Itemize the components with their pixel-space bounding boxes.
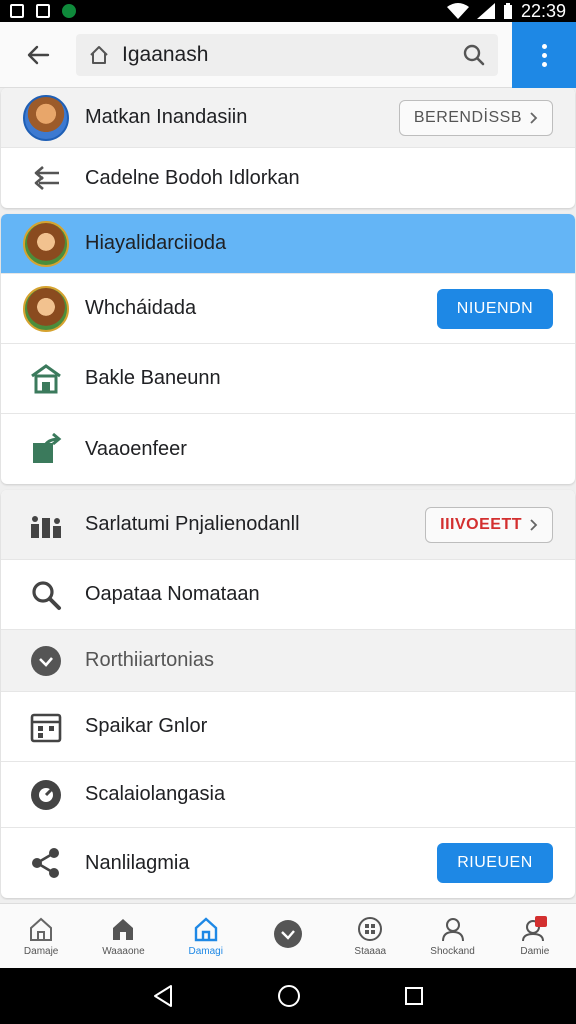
- battery-icon: [503, 3, 512, 19]
- list-item-label: Nanlilagmia: [85, 851, 190, 874]
- list-item[interactable]: Oapataa Nomataan: [1, 560, 575, 630]
- calendar-icon: [30, 713, 62, 742]
- list-item-label: Oapataa Nomataan: [85, 583, 260, 605]
- list-item[interactable]: Sarlatumi Pnjalienodanll IIIVOEETT: [1, 490, 575, 560]
- beren-button[interactable]: BERENDİSSB: [398, 99, 553, 136]
- monkey-avatar: [23, 285, 69, 332]
- list-item-selected[interactable]: Hiayalidarciioda: [1, 214, 575, 274]
- home-active-icon: [194, 916, 217, 941]
- list-item[interactable]: Matkan Inandasiin BERENDİSSB: [1, 88, 575, 148]
- list-item[interactable]: Nanlilagmia RIUEUEN: [1, 828, 575, 898]
- share-nodes-icon: [32, 848, 59, 878]
- grid-icon: [358, 916, 383, 941]
- message-notification-icon: [36, 4, 50, 18]
- status-bar: 22:39: [0, 0, 576, 22]
- search-box[interactable]: [76, 33, 498, 76]
- search-icon: [32, 580, 61, 610]
- person-notification-icon: [521, 915, 547, 941]
- list-item-label: Rorthiiartonias: [85, 649, 214, 671]
- list-item-label: Spaikar Gnlor: [85, 715, 208, 737]
- recents-square-icon[interactable]: [404, 986, 424, 1006]
- nav-item-damie[interactable]: Damie: [494, 904, 576, 968]
- list-item[interactable]: Spaikar Gnlor: [1, 692, 575, 762]
- home-icon: [90, 45, 108, 64]
- person-icon: [441, 917, 464, 941]
- chevron-right-icon: [530, 518, 538, 531]
- back-arrow-icon: [27, 45, 50, 64]
- back-button[interactable]: [0, 22, 76, 88]
- list-item-label: Bakle Baneunn: [85, 367, 221, 389]
- niuendn-button[interactable]: NIUENDN: [437, 288, 553, 329]
- settings-list: Matkan Inandasiin BERENDİSSB Cadelne Bod…: [0, 88, 576, 900]
- nav-item-label: Damie: [520, 945, 550, 957]
- nav-item-check[interactable]: [247, 904, 329, 968]
- list-item[interactable]: Vaaoenfeer: [1, 414, 575, 484]
- list-item[interactable]: Whcháidada NIUENDN: [1, 274, 575, 344]
- list-item-label: Sarlatumi Pnjalienodanll: [85, 513, 300, 535]
- search-input[interactable]: [122, 42, 450, 67]
- house-icon: [31, 363, 61, 393]
- riueuen-button[interactable]: RIUEUEN: [437, 843, 553, 883]
- back-triangle-icon[interactable]: [152, 984, 174, 1008]
- third-card: Sarlatumi Pnjalienodanll IIIVOEETT Oapat…: [1, 490, 575, 898]
- nav-item-label: Waaaone: [102, 945, 145, 957]
- profile-avatar: [23, 94, 69, 141]
- nav-item-label: Damagi: [188, 945, 223, 957]
- nav-item-waaaone[interactable]: Waaaone: [82, 904, 164, 968]
- list-item-label: Hiayalidarciioda: [85, 232, 227, 254]
- system-navigation-bar: [0, 968, 576, 1024]
- overflow-menu-button[interactable]: [512, 22, 576, 88]
- gauge-icon: [31, 779, 61, 810]
- chevron-right-icon: [530, 111, 538, 124]
- top-card: Matkan Inandasiin BERENDİSSB Cadelne Bod…: [1, 88, 575, 208]
- people-chart-icon: [31, 515, 61, 538]
- swap-arrows-icon: [34, 166, 59, 190]
- more-vert-icon: [541, 43, 547, 67]
- check-circle-icon: [31, 645, 61, 676]
- list-item-label: Cadelne Bodoh Idlorkan: [85, 166, 300, 189]
- list-item-label: Whcháidada: [85, 297, 197, 319]
- monkey-avatar: [23, 220, 69, 267]
- list-item-label: Matkan Inandasiin: [85, 106, 248, 128]
- nav-item-damagi[interactable]: Damagi: [165, 904, 247, 968]
- list-item-label: Scalaiolangasia: [85, 783, 226, 805]
- wifi-icon: [446, 3, 469, 19]
- nav-item-label: Staaaa: [354, 945, 387, 957]
- list-item[interactable]: Cadelne Bodoh Idlorkan: [1, 148, 575, 208]
- home-filled-icon: [113, 918, 134, 940]
- home-outline-icon: [30, 917, 53, 941]
- nav-item-shockand[interactable]: Shockand: [411, 904, 493, 968]
- nav-item-label: Damaje: [23, 945, 59, 957]
- vote-button-label: IIIVOEETT: [440, 515, 522, 533]
- second-card: Hiayalidarciioda Whcháidada NIUENDN Bakl…: [1, 214, 575, 484]
- app-bar: [0, 22, 576, 88]
- home-circle-icon[interactable]: [277, 984, 301, 1008]
- list-item[interactable]: Rorthiiartonias: [1, 630, 575, 692]
- list-item[interactable]: Scalaiolangasia: [1, 762, 575, 828]
- bottom-navigation: Damaje Waaaone Damagi Staaaa Shockand Da…: [0, 903, 576, 968]
- check-circle-icon: [273, 920, 302, 948]
- nav-item-staaaa[interactable]: Staaaa: [329, 904, 411, 968]
- nav-item-label: Shockand: [430, 945, 475, 957]
- status-time: 22:39: [520, 0, 566, 21]
- list-item-label: Vaaoenfeer: [85, 437, 187, 460]
- vote-button[interactable]: IIIVOEETT: [425, 506, 553, 543]
- gallery-notification-icon: [10, 4, 24, 18]
- share-box-icon: [33, 433, 62, 463]
- nav-item-damaje[interactable]: Damaje: [0, 904, 82, 968]
- signal-icon: [476, 3, 495, 19]
- list-item[interactable]: Bakle Baneunn: [1, 344, 575, 414]
- search-icon[interactable]: [462, 43, 486, 67]
- app-notification-icon: [62, 4, 76, 18]
- beren-button-label: BERENDİSSB: [413, 108, 522, 126]
